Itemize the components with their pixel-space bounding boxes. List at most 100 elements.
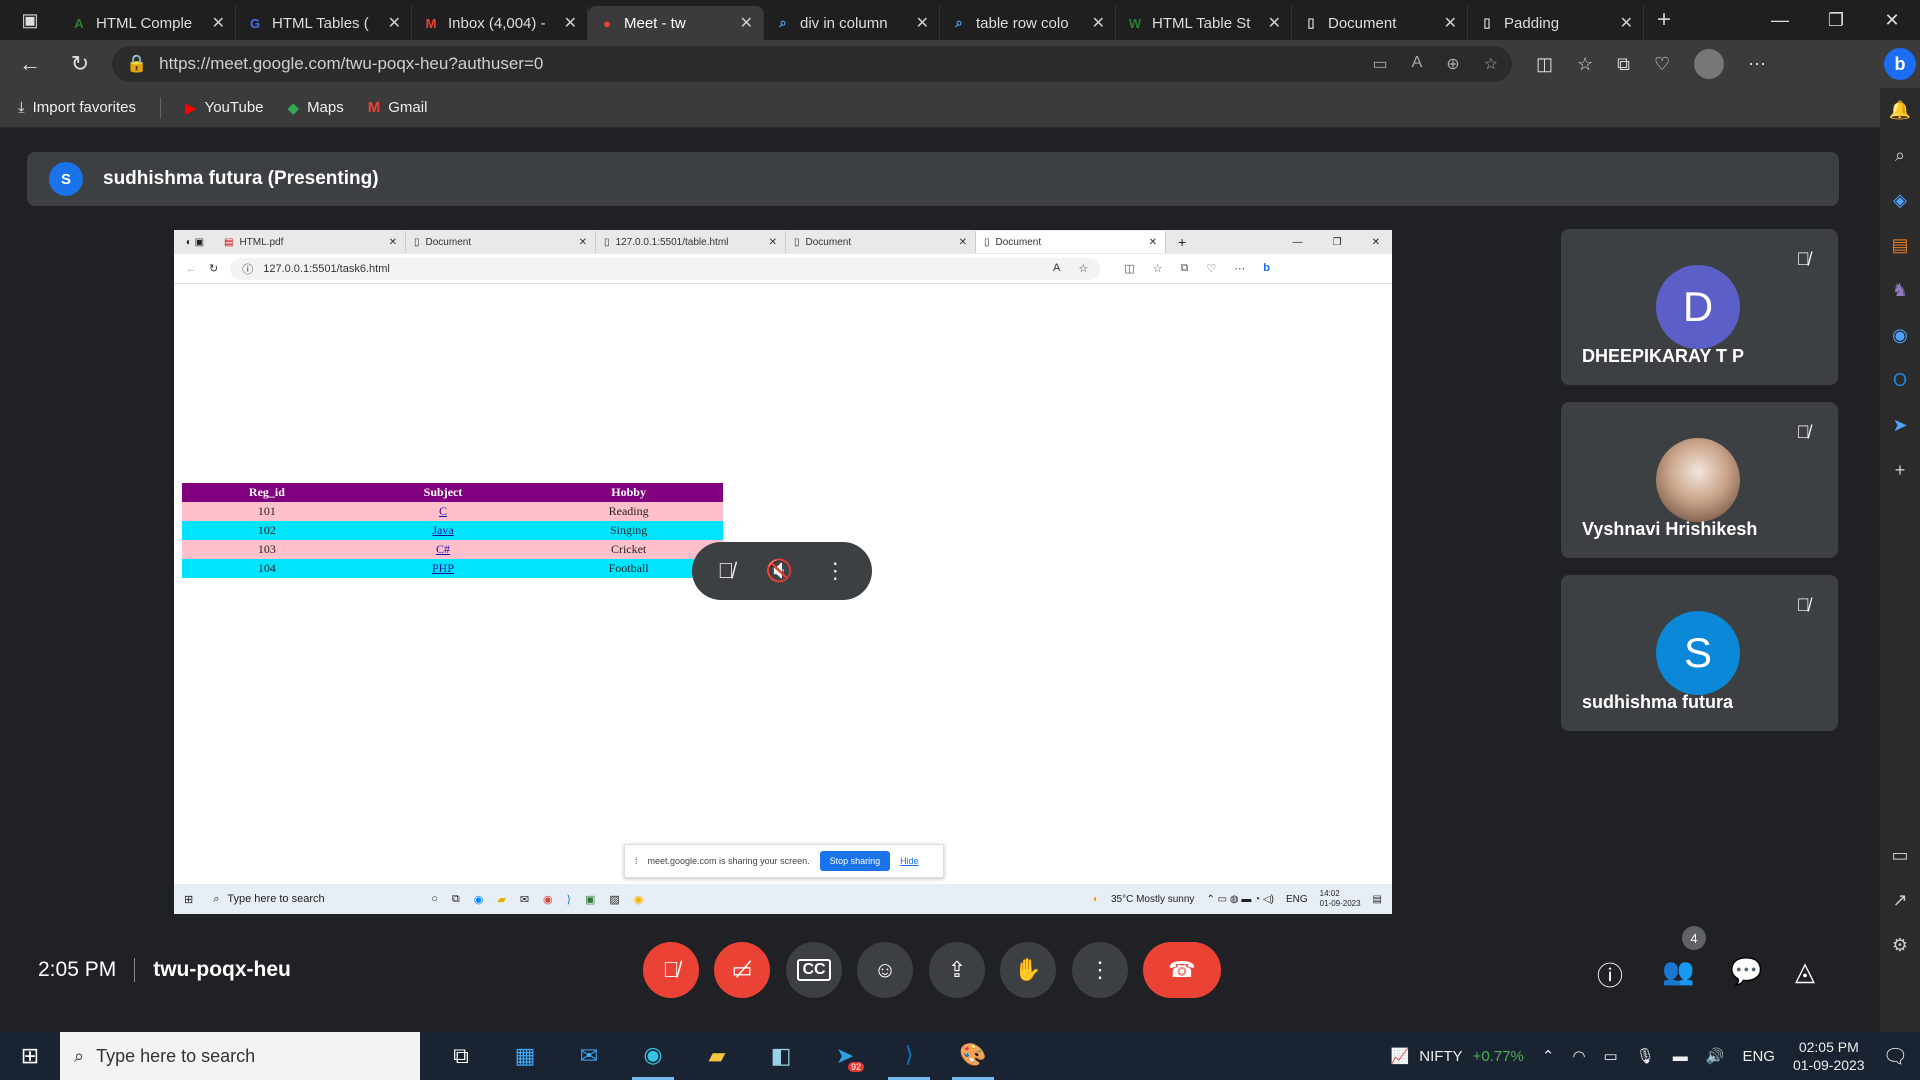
mic-off-icon[interactable]: 🎙̸: [718, 558, 735, 584]
participant-tile[interactable]: 🎙̸ S sudhishma futura: [1561, 575, 1838, 731]
edge-app[interactable]: ◉: [632, 1032, 674, 1080]
browser-tab[interactable]: M Inbox (4,004) - ✕: [412, 6, 588, 40]
back-button[interactable]: ←: [12, 46, 48, 82]
chat-icon[interactable]: 💬: [1730, 956, 1762, 987]
activities-icon[interactable]: ◬: [1795, 956, 1815, 987]
volume-icon[interactable]: 🔊: [1706, 1047, 1725, 1065]
raise-hand-button[interactable]: ✋: [1000, 942, 1056, 998]
sharing-notice-text: meet.google.com is sharing your screen.: [647, 856, 810, 866]
camera-icon[interactable]: ▭: [1372, 54, 1387, 74]
file-explorer-app[interactable]: ▰: [696, 1032, 738, 1080]
read-aloud-icon[interactable]: A: [1412, 54, 1423, 74]
maps-link[interactable]: ◆ Maps: [288, 99, 344, 117]
volume-off-icon[interactable]: 🔇: [766, 558, 793, 584]
profile-avatar[interactable]: [1694, 49, 1725, 79]
new-tab-button[interactable]: +: [1644, 6, 1684, 34]
games-icon[interactable]: ♞: [1892, 280, 1908, 301]
task-view-button[interactable]: ⧉: [440, 1032, 482, 1080]
minimize-icon[interactable]: —: [1752, 10, 1808, 31]
meet-tray-icon[interactable]: ▭: [1604, 1047, 1618, 1065]
sidebar-layout-icon[interactable]: ▭: [1891, 845, 1908, 866]
info-icon: ⓘ: [242, 263, 254, 276]
store-icon: ▦: [514, 1043, 536, 1068]
notification-bell-icon[interactable]: 🔔: [1889, 100, 1911, 121]
gmail-link[interactable]: M Gmail: [368, 99, 428, 116]
vscode-app[interactable]: ⟩: [888, 1032, 930, 1080]
favorite-star-icon[interactable]: ☆: [1484, 54, 1498, 74]
present-button[interactable]: ⇪: [929, 942, 985, 998]
people-icon[interactable]: 👥: [1662, 956, 1694, 987]
more-icon[interactable]: ⋯: [1748, 54, 1766, 75]
leave-call-button[interactable]: ☎: [1143, 942, 1221, 998]
outlook-icon[interactable]: O: [1893, 370, 1907, 391]
close-icon[interactable]: ✕: [1444, 13, 1457, 33]
more-options-button[interactable]: ⋮: [1072, 942, 1128, 998]
microsoft365-icon[interactable]: ◉: [1892, 325, 1908, 346]
system-clock[interactable]: 02:05 PM 01-09-2023: [1793, 1038, 1865, 1074]
search-icon[interactable]: ⌕: [1895, 145, 1905, 166]
paint-app[interactable]: 🎨: [952, 1032, 994, 1080]
refresh-button[interactable]: ↻: [62, 46, 98, 82]
participant-tile[interactable]: 🎙̸ Vyshnavi Hrishikesh: [1561, 402, 1838, 558]
browser-tab[interactable]: ▯ Padding ✕: [1468, 6, 1644, 40]
split-screen-icon[interactable]: ◫: [1536, 54, 1553, 75]
notification-center-icon[interactable]: 🗨: [1883, 1044, 1908, 1069]
close-icon[interactable]: ✕: [1268, 13, 1281, 33]
taskbar-apps: ⧉ ▦ ✉ ◉ ▰ ◧ ➤ 92 ⟩ 🎨: [440, 1032, 994, 1080]
tab-actions-button[interactable]: ▣: [0, 0, 60, 40]
nifty-widget[interactable]: 📈 NIFTY +0.77%: [1391, 1047, 1524, 1066]
performance-icon[interactable]: ♡: [1654, 54, 1670, 75]
participant-name: DHEEPIKARAY T P: [1582, 346, 1745, 366]
browser-tab[interactable]: A HTML Comple ✕: [60, 6, 236, 40]
language-indicator[interactable]: ENG: [1742, 1048, 1775, 1065]
favorites-icon[interactable]: ☆: [1577, 54, 1593, 75]
browser-tab[interactable]: W HTML Table St ✕: [1116, 6, 1292, 40]
camera-toggle-button[interactable]: ▭̸: [714, 942, 770, 998]
youtube-link[interactable]: ▶ YouTube: [185, 99, 264, 117]
bing-chat-icon[interactable]: b: [1884, 48, 1916, 80]
captions-button[interactable]: CC: [786, 942, 842, 998]
telegram-app[interactable]: ➤ 92: [824, 1032, 866, 1080]
wifi-icon[interactable]: ◠: [1572, 1047, 1585, 1065]
microphone-icon[interactable]: 🎙: [1636, 1047, 1655, 1065]
add-icon[interactable]: +: [1895, 460, 1906, 481]
close-icon[interactable]: ✕: [388, 13, 401, 33]
notepad-app[interactable]: ◧: [760, 1032, 802, 1080]
table-row: 104 PHP Football: [182, 559, 723, 578]
browser-tab[interactable]: ⌕ div in column ✕: [764, 6, 940, 40]
more-options-icon[interactable]: ⋮: [824, 558, 846, 584]
show-hidden-icons[interactable]: ⌃: [1542, 1047, 1555, 1065]
microphone-toggle-button[interactable]: 🎙̸: [643, 942, 699, 998]
browser-tab[interactable]: ⌕ table row colo ✕: [940, 6, 1116, 40]
close-icon[interactable]: ✕: [916, 13, 929, 33]
reactions-button[interactable]: ☺: [857, 942, 913, 998]
close-icon[interactable]: ✕: [1092, 13, 1105, 33]
battery-icon[interactable]: ▬: [1673, 1048, 1688, 1065]
browser-tab[interactable]: G HTML Tables (✕: [236, 6, 412, 40]
close-icon[interactable]: ✕: [564, 13, 577, 33]
restore-icon[interactable]: ❐: [1808, 10, 1864, 31]
close-window-icon[interactable]: ✕: [1864, 10, 1920, 31]
meeting-details-icon[interactable]: ⓘ: [1597, 956, 1623, 993]
collections-icon[interactable]: ⧉: [1617, 54, 1630, 75]
taskbar-search-box[interactable]: ⌕ Type here to search: [60, 1032, 420, 1080]
shared-tab-label: Document: [425, 236, 472, 248]
send-icon[interactable]: ➤: [1892, 415, 1907, 436]
browser-tab-active[interactable]: ● Meet - tw ✕: [588, 6, 764, 40]
zoom-icon[interactable]: ⊕: [1446, 54, 1459, 74]
tools-icon[interactable]: ▤: [1891, 235, 1908, 256]
browser-tab[interactable]: ▯ Document ✕: [1292, 6, 1468, 40]
start-button[interactable]: ⊞: [0, 1032, 60, 1080]
url-field[interactable]: 🔒 https://meet.google.com/twu-poqx-heu?a…: [112, 46, 1512, 82]
external-link-icon[interactable]: ↗: [1892, 890, 1907, 911]
shared-lang: ENG: [1285, 893, 1308, 905]
close-icon[interactable]: ✕: [740, 13, 753, 33]
import-favorites-link[interactable]: ⤓ Import favorites: [18, 99, 136, 116]
settings-gear-icon[interactable]: ⚙: [1892, 935, 1908, 956]
close-icon[interactable]: ✕: [212, 13, 225, 33]
store-app[interactable]: ▦: [504, 1032, 546, 1080]
close-icon[interactable]: ✕: [1620, 13, 1633, 33]
shopping-tag-icon[interactable]: ◈: [1893, 190, 1907, 211]
mail-app[interactable]: ✉: [568, 1032, 610, 1080]
participant-tile[interactable]: 🎙̸ D DHEEPIKARAY T P: [1561, 229, 1838, 385]
